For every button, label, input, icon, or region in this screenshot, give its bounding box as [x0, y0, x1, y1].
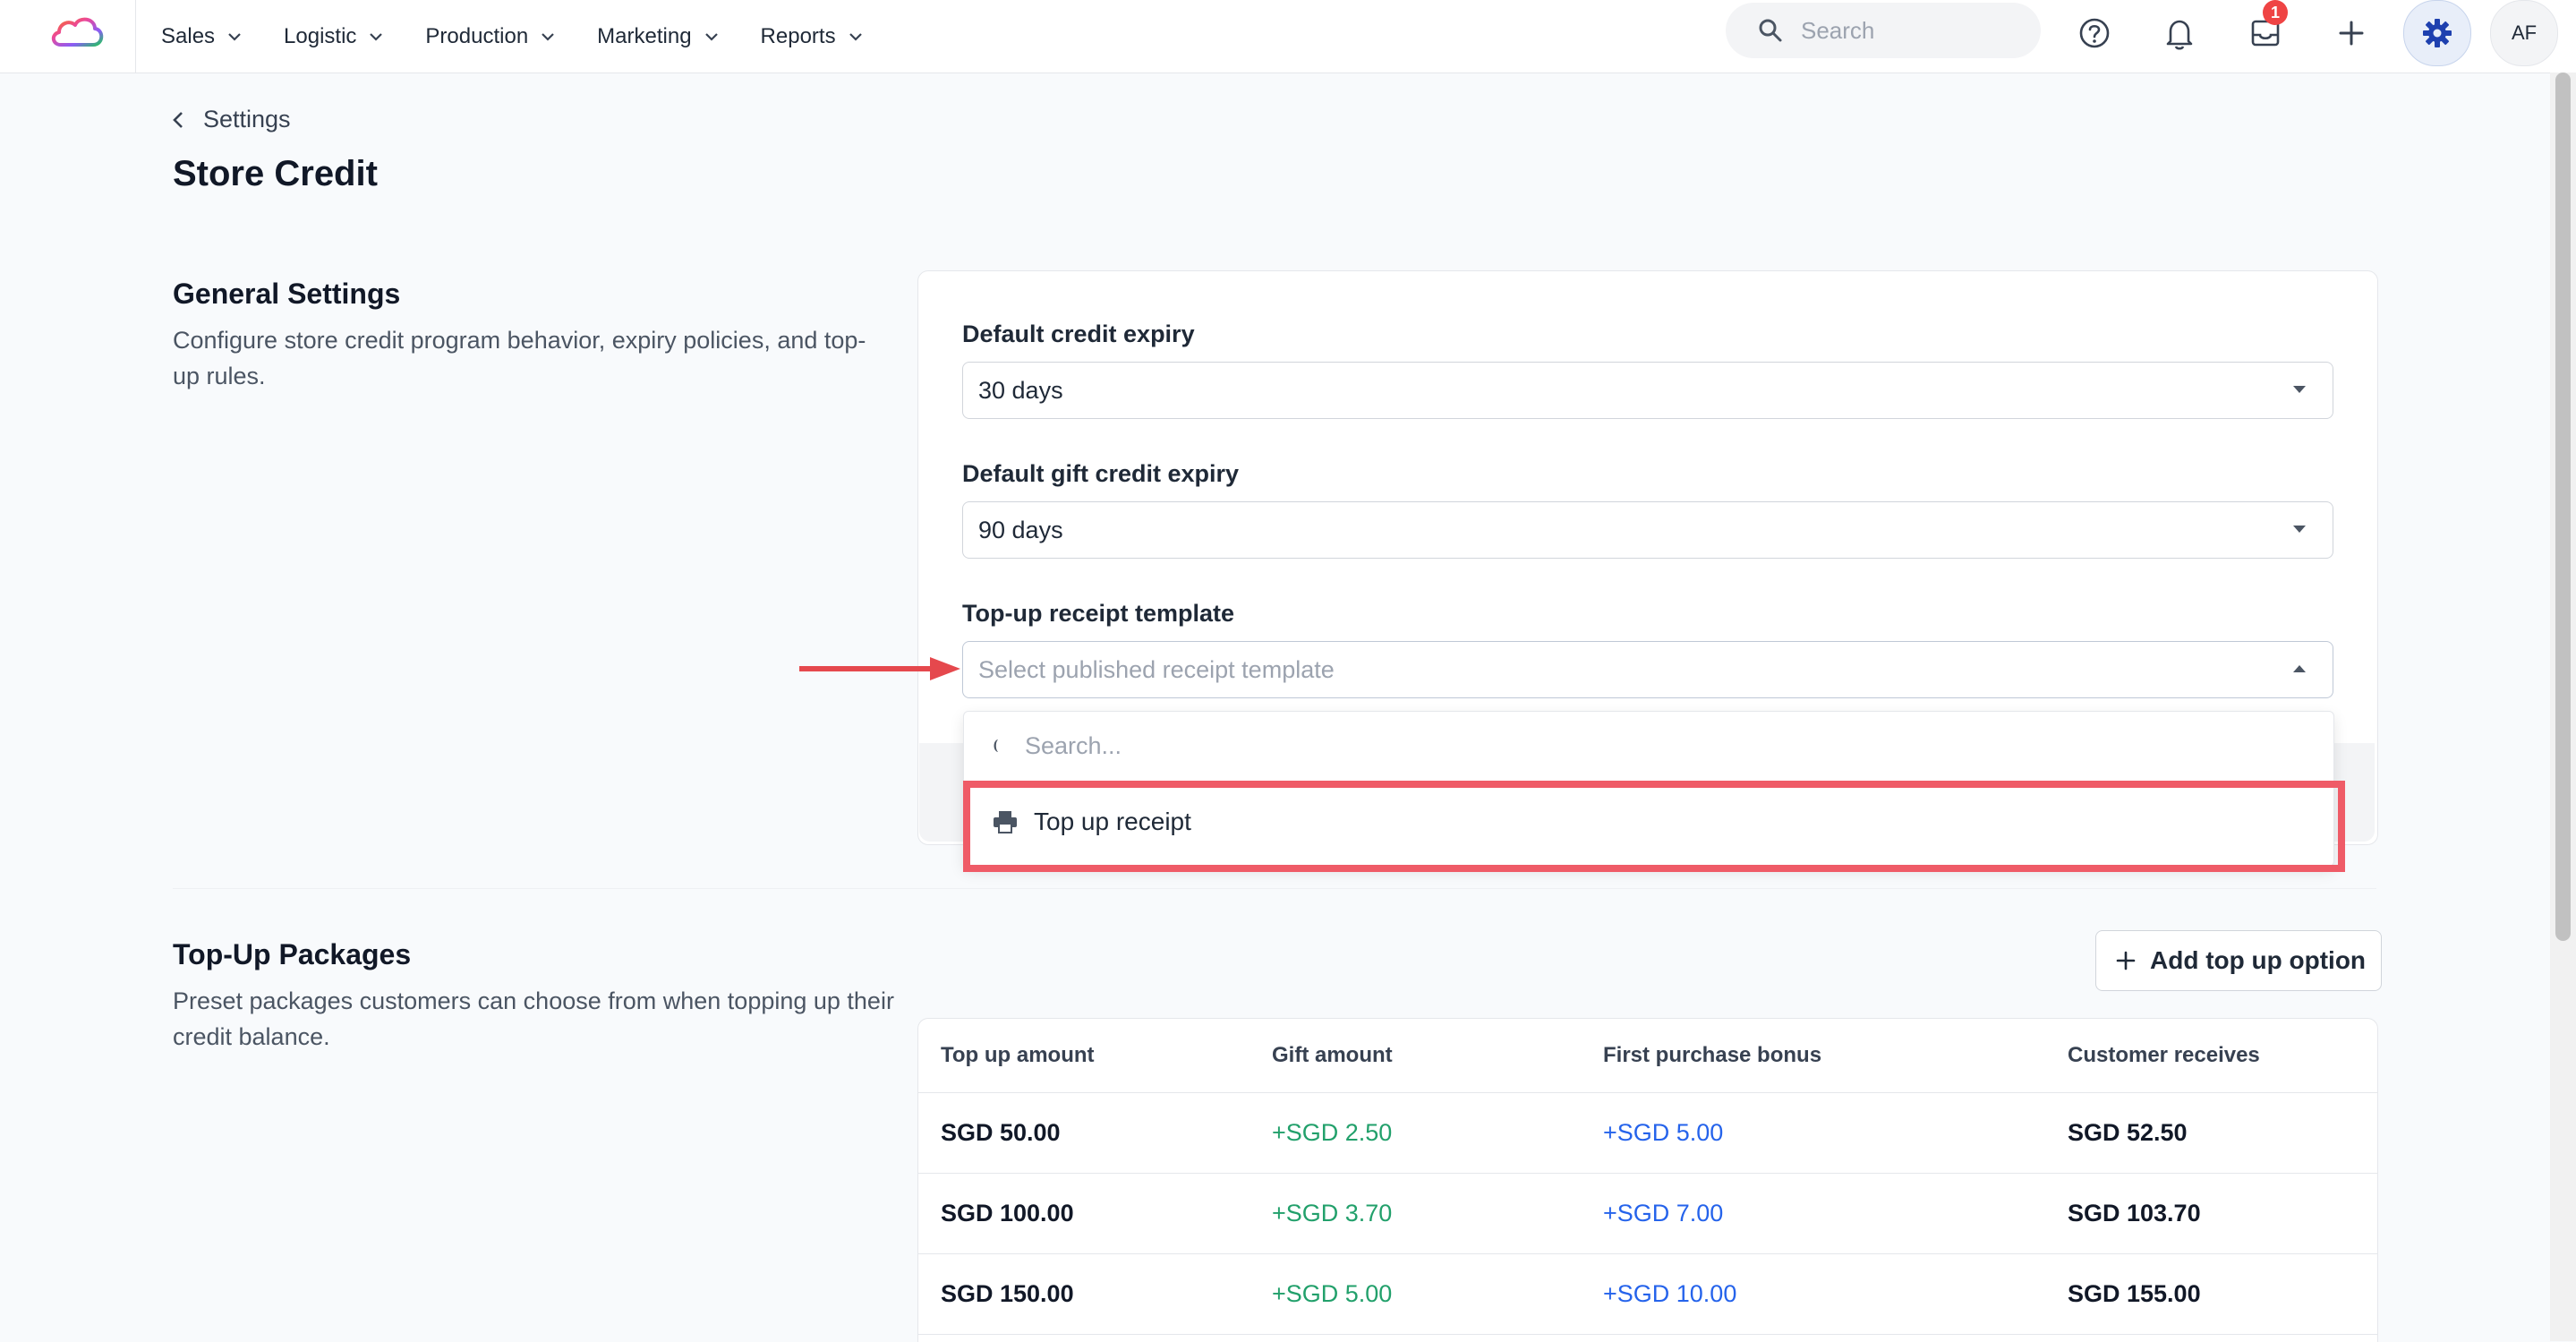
logo-area[interactable]	[0, 0, 136, 73]
general-settings-title: General Settings	[173, 278, 401, 310]
gift-expiry-label: Default gift credit expiry	[962, 460, 1240, 487]
nav-sales-label: Sales	[161, 23, 216, 48]
breadcrumb-back-settings[interactable]: Settings	[173, 106, 291, 133]
scrollbar-thumb[interactable]	[2555, 73, 2571, 941]
chevron-down-icon	[704, 32, 718, 41]
cell-first-purchase-bonus: +SGD 10.00	[1603, 1280, 1737, 1307]
global-search[interactable]	[1726, 3, 2041, 58]
avatar-initials: AF	[2511, 21, 2538, 44]
nav-reports[interactable]: Reports	[761, 24, 863, 49]
nav-marketing-label: Marketing	[597, 23, 692, 48]
receipt-template-placeholder: Select published receipt template	[978, 655, 1335, 683]
gift-expiry-value: 90 days	[978, 516, 1063, 543]
caret-up-icon	[2293, 665, 2306, 672]
general-settings-description: Configure store credit program behavior,…	[173, 327, 866, 389]
chevron-down-icon	[228, 32, 241, 41]
printer-icon	[994, 811, 1017, 833]
column-header-gift-amount: Gift amount	[1272, 1043, 1393, 1067]
search-input[interactable]	[1799, 15, 2017, 46]
cell-gift-amount: +SGD 2.50	[1272, 1119, 1393, 1146]
cell-customer-receives: SGD 155.00	[2068, 1280, 2201, 1307]
caret-down-icon	[2293, 526, 2306, 533]
dropdown-search-input[interactable]	[1023, 731, 2280, 761]
main-menu: Sales Logistic Production Marketing Repo…	[161, 0, 905, 73]
cell-customer-receives: SGD 103.70	[2068, 1200, 2201, 1227]
top-up-packages-title: Top-Up Packages	[173, 938, 412, 970]
top-up-packages-table: Top up amount Gift amount First purchase…	[917, 1018, 2378, 1342]
page-title: Store Credit	[173, 154, 378, 193]
chevron-down-icon	[370, 32, 383, 41]
add-top-up-option-button[interactable]: Add top up option	[2095, 930, 2382, 991]
receipt-template-label: Top-up receipt template	[962, 600, 1235, 627]
gear-icon	[2423, 19, 2452, 47]
create-button[interactable]	[2327, 9, 2376, 57]
plus-icon	[2339, 21, 2364, 46]
nav-logistic-label: Logistic	[284, 23, 357, 48]
cell-top-up-amount: SGD 100.00	[941, 1200, 1074, 1227]
plus-icon	[2116, 951, 2136, 970]
nav-reports-label: Reports	[760, 23, 836, 48]
help-button[interactable]	[2070, 9, 2119, 57]
cloud-logo-icon	[51, 17, 104, 47]
cell-top-up-amount: SGD 150.00	[941, 1280, 1074, 1307]
column-header-customer-receives: Customer receives	[2068, 1043, 2260, 1067]
nav-production-label: Production	[425, 23, 529, 48]
search-icon	[1759, 19, 1782, 42]
column-header-first-purchase-bonus: First purchase bonus	[1603, 1043, 1822, 1067]
dropdown-option-top-up-receipt[interactable]: Top up receipt	[965, 782, 2333, 861]
nav-sales[interactable]: Sales	[161, 24, 242, 49]
dropdown-option-label: Top up receipt	[1034, 808, 1191, 835]
table-row[interactable]: SGD 100.00 +SGD 3.70 +SGD 7.00 SGD 103.7…	[918, 1174, 2377, 1254]
dropdown-search[interactable]	[964, 712, 2333, 780]
table-row[interactable]: SGD 50.00 +SGD 2.50 +SGD 5.00 SGD 52.50	[918, 1093, 2377, 1174]
inbox-badge: 1	[2263, 0, 2288, 25]
nav-marketing[interactable]: Marketing	[597, 24, 718, 49]
receipt-template-select[interactable]: Select published receipt template	[962, 641, 2333, 698]
inbox-button[interactable]: 1	[2241, 0, 2290, 57]
bell-icon	[2166, 20, 2193, 50]
notifications-button[interactable]	[2155, 9, 2204, 57]
section-divider	[173, 888, 2376, 889]
cell-gift-amount: +SGD 3.70	[1272, 1200, 1393, 1227]
settings-button[interactable]	[2403, 0, 2471, 66]
gift-expiry-select[interactable]: 90 days	[962, 501, 2333, 559]
top-navigation-bar: Sales Logistic Production Marketing Repo…	[0, 0, 2576, 73]
help-icon	[2079, 18, 2110, 48]
credit-expiry-label: Default credit expiry	[962, 321, 1195, 347]
credit-expiry-select[interactable]: 30 days	[962, 362, 2333, 419]
credit-expiry-value: 30 days	[978, 376, 1063, 404]
column-header-top-up-amount: Top up amount	[941, 1043, 1095, 1067]
cell-gift-amount: +SGD 5.00	[1272, 1280, 1393, 1307]
caret-down-icon	[2293, 386, 2306, 393]
search-icon	[994, 739, 998, 752]
cell-first-purchase-bonus: +SGD 7.00	[1603, 1200, 1724, 1227]
chevron-down-icon	[849, 32, 862, 41]
annotation-arrow-icon	[799, 657, 960, 680]
add-top-up-option-label: Add top up option	[2150, 946, 2367, 974]
avatar[interactable]: AF	[2490, 0, 2558, 66]
chevron-down-icon	[542, 32, 554, 41]
table-row[interactable]: SGD 150.00 +SGD 5.00 +SGD 10.00 SGD 155.…	[918, 1254, 2377, 1335]
nav-production[interactable]: Production	[425, 24, 555, 49]
chevron-left-icon	[173, 111, 183, 128]
cell-first-purchase-bonus: +SGD 5.00	[1603, 1119, 1724, 1146]
cell-top-up-amount: SGD 50.00	[941, 1119, 1061, 1146]
breadcrumb-label: Settings	[203, 106, 291, 132]
table-header-row: Top up amount Gift amount First purchase…	[918, 1019, 2377, 1093]
nav-logistic[interactable]: Logistic	[284, 24, 383, 49]
cell-customer-receives: SGD 52.50	[2068, 1119, 2188, 1146]
top-up-packages-description: Preset packages customers can choose fro…	[173, 987, 894, 1050]
